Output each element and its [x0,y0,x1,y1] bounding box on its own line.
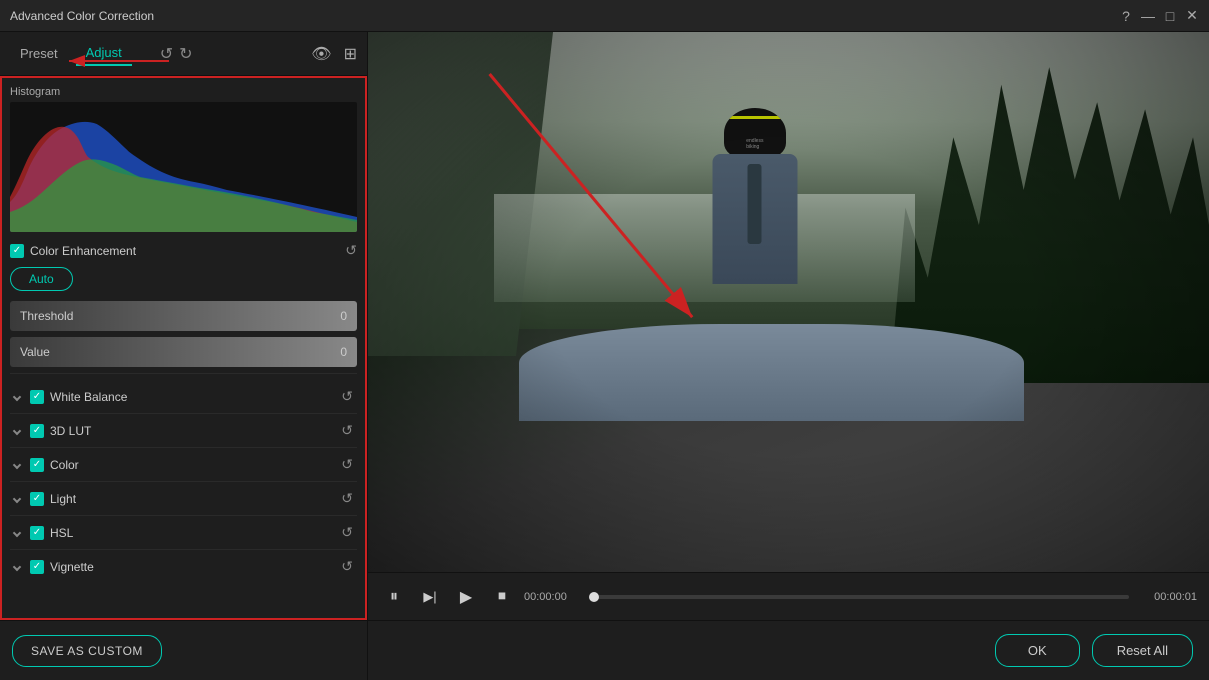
current-time: 00:00:00 [524,591,584,603]
histogram-label: Histogram [10,86,357,98]
redo-button[interactable]: ↻ [179,44,192,64]
panel-content: Histogram ✓ Color Enhancement [0,76,367,620]
histogram-svg [10,102,357,232]
color-enhancement-left: ✓ Color Enhancement [10,244,136,258]
color-arrow [13,460,21,468]
threshold-label: Threshold [20,309,73,323]
video-preview: endlessbiking [368,32,1209,572]
section-list: ✓ White Balance ↺ ✓ 3D LUT ↺ [10,380,357,583]
light-label: Light [50,492,76,506]
color-enhancement-checkbox[interactable]: ✓ [10,244,24,258]
value-slider[interactable]: Value 0 [10,337,357,367]
minimize-button[interactable]: — [1141,9,1155,23]
help-button[interactable]: ? [1119,9,1133,23]
close-button[interactable]: ✕ [1185,9,1199,23]
3dlut-checkbox[interactable]: ✓ [30,424,44,438]
window-controls: ? — □ ✕ [1119,9,1199,23]
color-item: ✓ Color ↺ [10,448,357,482]
window-title: Advanced Color Correction [10,9,1119,23]
total-time: 00:00:01 [1137,591,1197,603]
color-checkbox[interactable]: ✓ [30,458,44,472]
light-reset[interactable]: ↺ [341,490,353,507]
color-enhancement-reset[interactable]: ↺ [345,242,357,259]
vignette-overlay [368,32,1209,572]
color-reset[interactable]: ↺ [341,456,353,473]
main-container: Preset Adjust ↺ ↻ 👁 ⊞ [0,32,1209,680]
vignette-left: ✓ Vignette [14,560,94,574]
reset-all-button[interactable]: Reset All [1092,634,1193,667]
value-label: Value [20,345,50,359]
step-forward-button[interactable]: ▶| [416,583,444,611]
preset-tab[interactable]: Preset [10,42,68,65]
vignette-label: Vignette [50,560,94,574]
vignette-checkbox[interactable]: ✓ [30,560,44,574]
white-balance-left: ✓ White Balance [14,390,127,404]
hsl-checkbox[interactable]: ✓ [30,526,44,540]
save-as-custom-button[interactable]: SAVE AS CUSTOM [12,635,162,667]
video-scene: endlessbiking [368,32,1209,572]
threshold-value: 0 [340,309,347,323]
progress-bar[interactable] [592,595,1129,599]
3dlut-label: 3D LUT [50,424,91,438]
left-panel: Preset Adjust ↺ ↻ 👁 ⊞ [0,32,368,680]
histogram-section: Histogram [10,86,357,232]
white-balance-label: White Balance [50,390,127,404]
color-enhancement-label: Color Enhancement [30,244,136,258]
3dlut-reset[interactable]: ↺ [341,422,353,439]
white-balance-reset[interactable]: ↺ [341,388,353,405]
vignette-arrow [13,562,21,570]
vignette-reset[interactable]: ↺ [341,558,353,575]
hsl-left: ✓ HSL [14,526,73,540]
white-balance-arrow [13,392,21,400]
value-value: 0 [340,345,347,359]
auto-button[interactable]: Auto [10,267,73,291]
color-left: ✓ Color [14,458,79,472]
threshold-slider[interactable]: Threshold 0 [10,301,357,331]
3dlut-item: ✓ 3D LUT ↺ [10,414,357,448]
vignette-item: ✓ Vignette ↺ [10,550,357,583]
adjust-tab[interactable]: Adjust [76,41,132,66]
stop-button[interactable]: ⏹ [488,583,516,611]
white-balance-checkbox[interactable]: ✓ [30,390,44,404]
bottom-bar: SAVE AS CUSTOM [0,620,367,680]
light-left: ✓ Light [14,492,76,506]
toolbar: Preset Adjust ↺ ↻ 👁 ⊞ [0,32,367,76]
hsl-label: HSL [50,526,73,540]
maximize-button[interactable]: □ [1163,9,1177,23]
ok-button[interactable]: OK [995,634,1080,667]
light-item: ✓ Light ↺ [10,482,357,516]
light-arrow [13,494,21,502]
undo-button[interactable]: ↺ [160,44,173,64]
histogram-canvas [10,102,357,232]
hsl-item: ✓ HSL ↺ [10,516,357,550]
white-balance-item: ✓ White Balance ↺ [10,380,357,414]
hsl-reset[interactable]: ↺ [341,524,353,541]
titlebar: Advanced Color Correction ? — □ ✕ [0,0,1209,32]
undo-redo-group: ↺ ↻ [160,44,193,64]
action-bar: OK Reset All [368,620,1209,680]
compare-button[interactable]: ⊞ [344,44,357,64]
hsl-arrow [13,528,21,536]
right-icons: 👁 ⊞ [311,44,357,64]
play-button[interactable]: ▶ [452,583,480,611]
color-enhancement-header: ✓ Color Enhancement ↺ [10,242,357,259]
3dlut-left: ✓ 3D LUT [14,424,91,438]
progress-thumb [589,592,599,602]
preview-eye-button[interactable]: 👁 [311,44,331,64]
light-checkbox[interactable]: ✓ [30,492,44,506]
divider [10,373,357,374]
right-panel: endlessbiking [368,32,1209,680]
pause-button[interactable]: ⏸ [380,583,408,611]
color-label: Color [50,458,79,472]
video-controls: ⏸ ▶| ▶ ⏹ 00:00:00 00:00:01 [368,572,1209,620]
3dlut-arrow [13,426,21,434]
